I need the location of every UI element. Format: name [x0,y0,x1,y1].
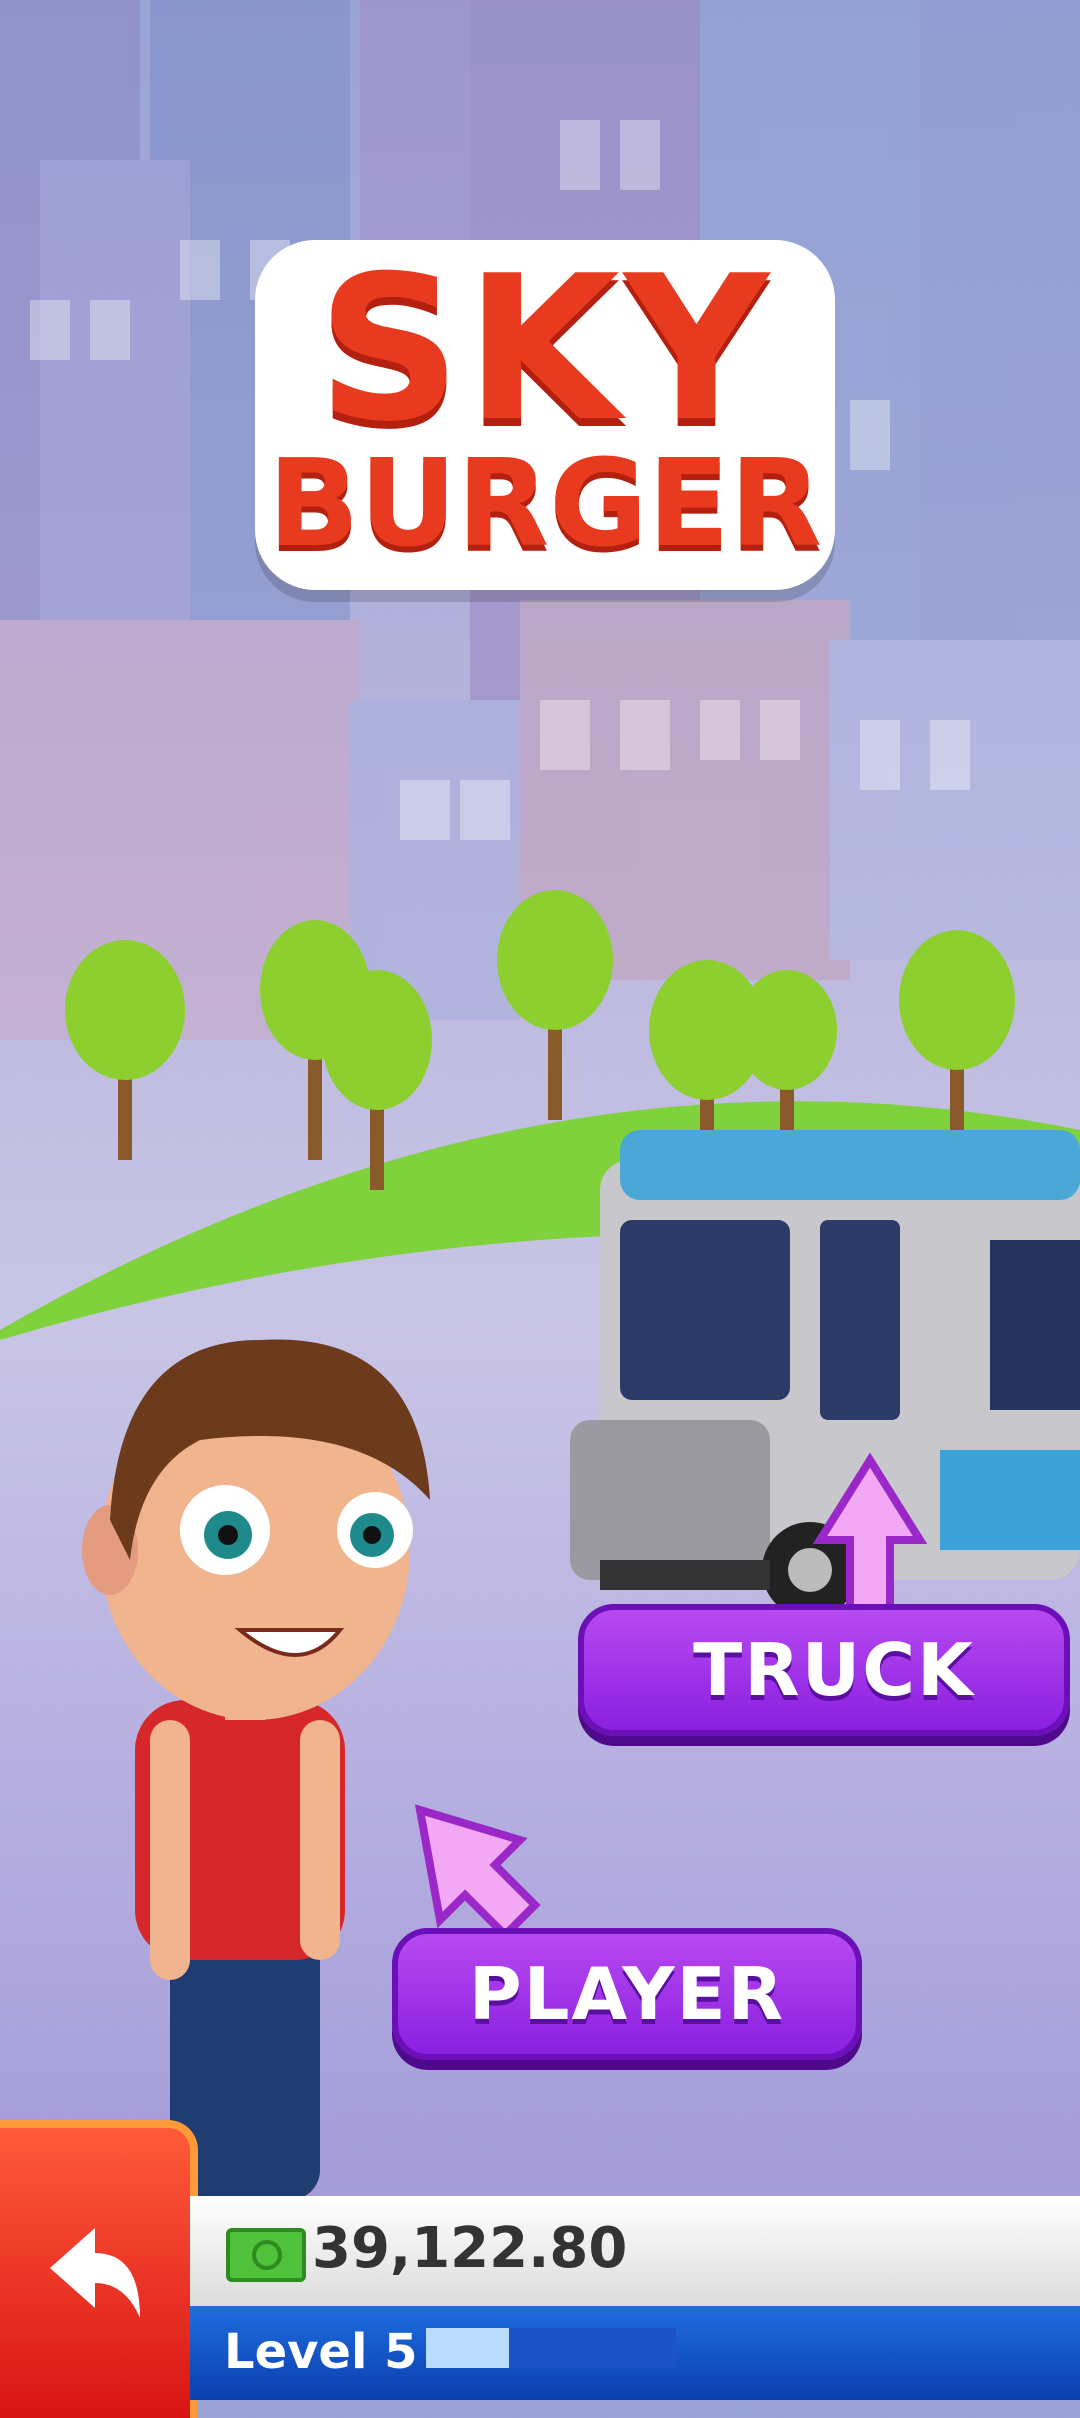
game-scene: SKY BURGER TRUCK PLAYER 39,122.80 Level … [0,0,1080,2418]
currency-bar: 39,122.80 [190,2196,1080,2306]
player-arrow [414,1804,541,1941]
game-logo: SKY BURGER [255,240,835,590]
logo-burger-text: BURGER [267,435,823,574]
level-progress-fill [426,2328,509,2368]
player-character [82,1339,430,2200]
level-label: Level 5 [224,2324,418,2380]
back-button[interactable] [0,2120,198,2418]
truck-button[interactable]: TRUCK [578,1604,1070,1736]
money-amount: 39,122.80 [312,2216,628,2281]
back-arrow-icon [50,2228,140,2318]
level-bar: Level 5 [190,2306,1080,2400]
level-progress-track [426,2328,676,2368]
player-button-label: PLAYER [468,1952,786,2036]
player-button[interactable]: PLAYER [392,1928,862,2060]
logo-sky-text: SKY [317,233,773,466]
food-truck [570,1130,1080,1618]
truck-button-label: TRUCK [693,1628,975,1712]
cash-icon [226,2228,306,2282]
